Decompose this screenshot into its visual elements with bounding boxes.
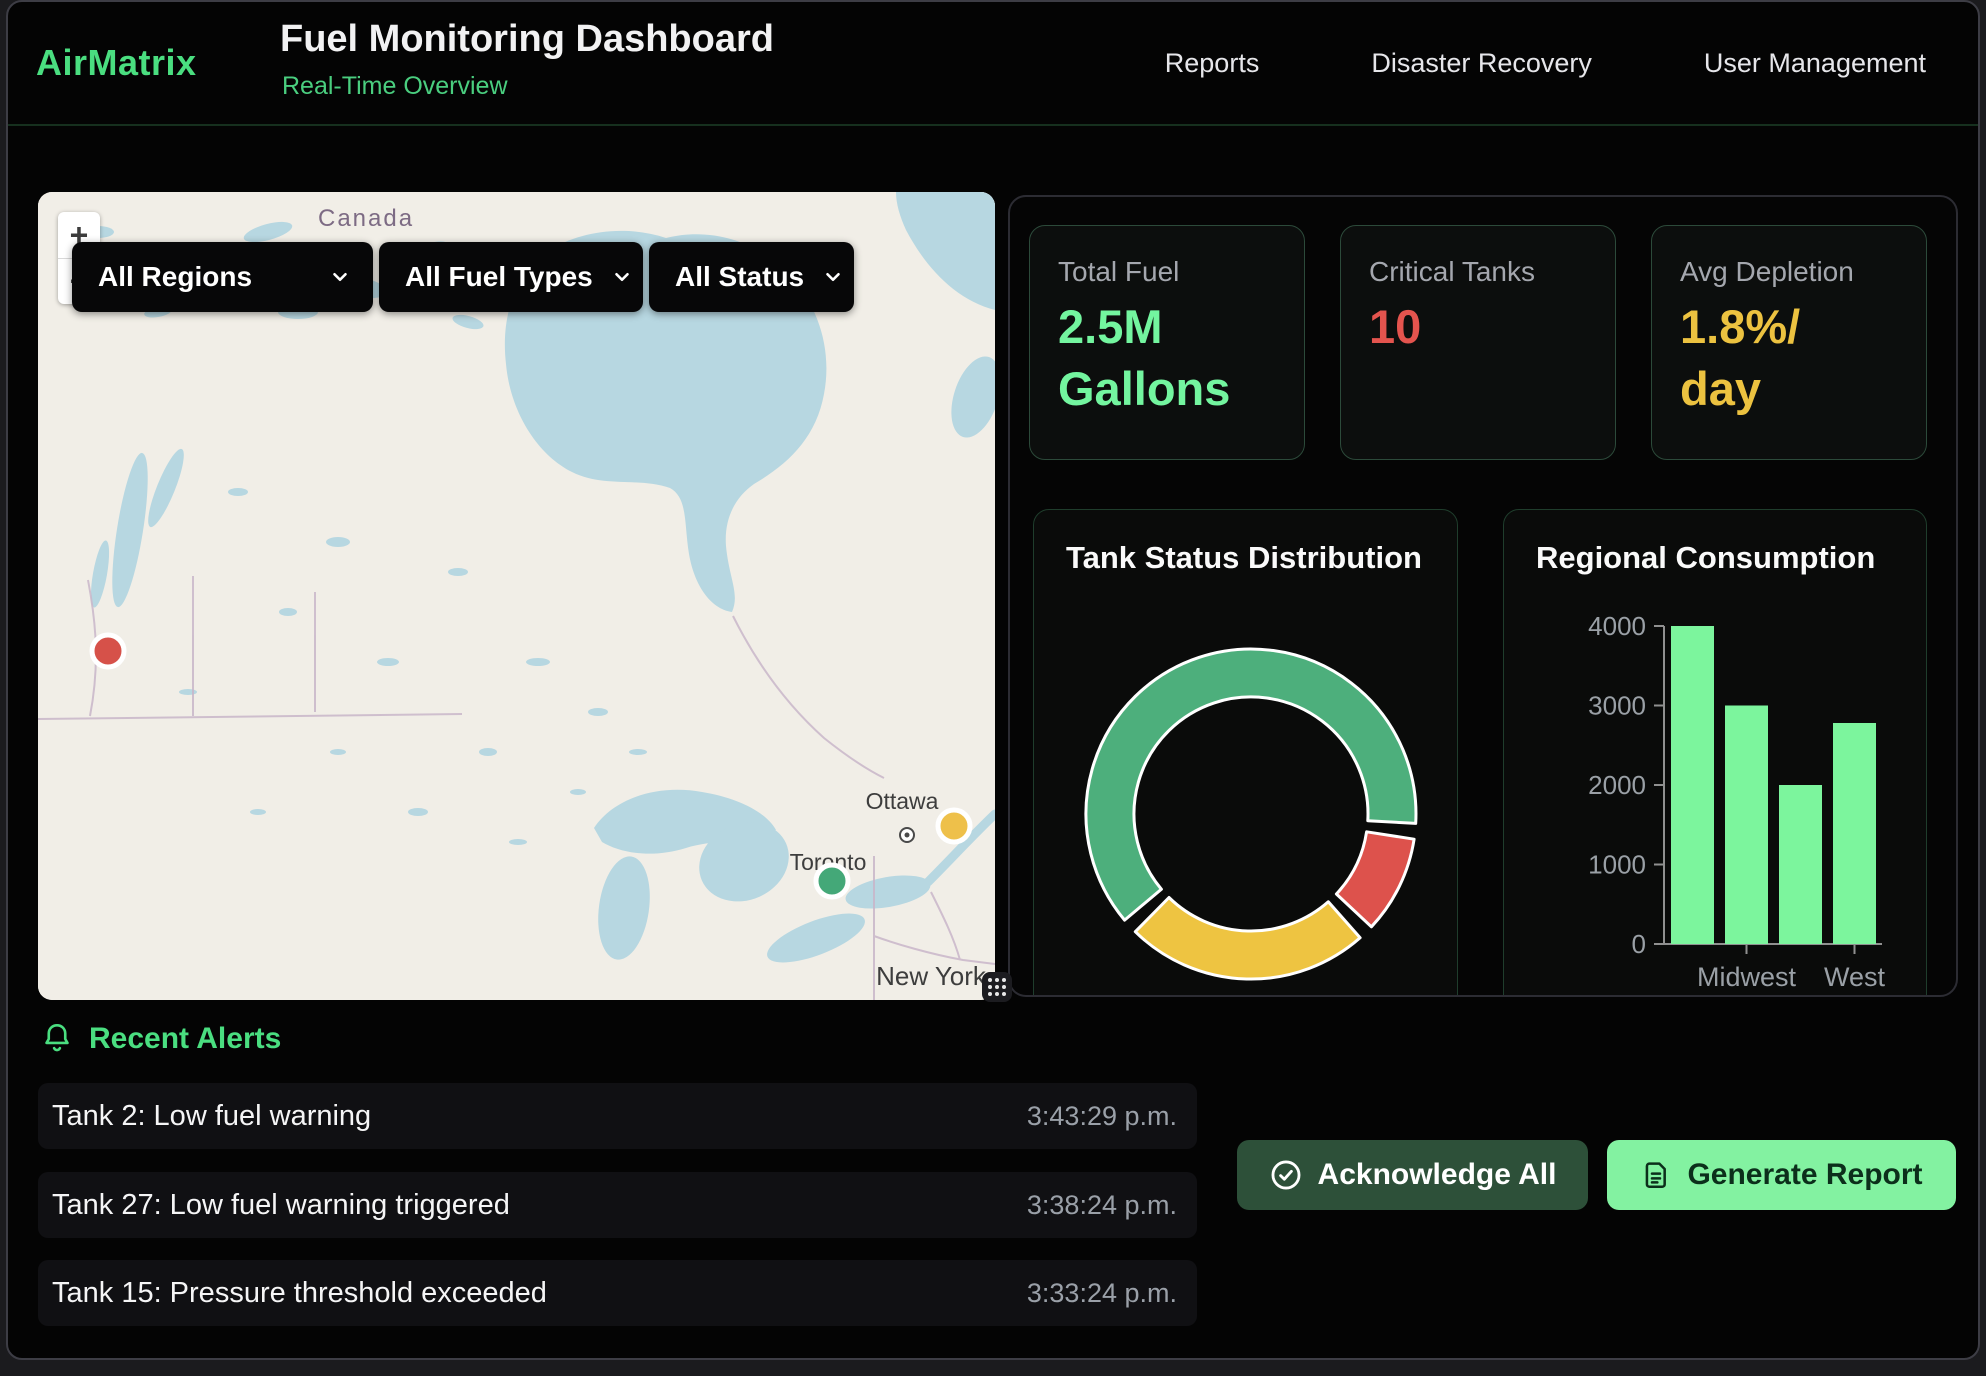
stats-panel: Tank Status Distribution Regional Consum… <box>1008 195 1958 997</box>
dashboard-root: AirMatrix Fuel Monitoring Dashboard Real… <box>6 0 1980 1360</box>
kpi-label: Total Fuel <box>1058 256 1304 288</box>
nav-item-disaster-recovery[interactable]: Disaster Recovery <box>1371 48 1592 79</box>
page-subtitle: Real-Time Overview <box>282 72 508 101</box>
kpi-value: 2.5MGallons <box>1058 296 1304 420</box>
bar-midwest <box>1725 706 1768 945</box>
filter-label: All Regions <box>98 261 252 293</box>
map-panel[interactable]: CanadaOttawaTorontoNew York + − All Regi… <box>38 192 995 1000</box>
nav-item-user-management[interactable]: User Management <box>1704 48 1926 79</box>
ottawa-town-symbol <box>900 828 914 842</box>
brand-logo: AirMatrix <box>36 42 197 84</box>
alert-timestamp: 3:38:24 p.m. <box>1027 1190 1177 1221</box>
main-nav: Reports Disaster Recovery User Management <box>1165 2 1926 124</box>
map-label-country: Canada <box>318 205 414 232</box>
kpi-card-critical-tanks: Critical Tanks 10 <box>1340 225 1616 460</box>
check-circle-icon <box>1269 1158 1303 1192</box>
filter-dropdown-all-regions[interactable]: All Regions <box>72 242 373 312</box>
y-tick-label: 4000 <box>1588 611 1646 641</box>
grip-dots-icon <box>985 975 1009 999</box>
map-filter-bar: All Regions All Fuel Types All Status <box>72 242 854 312</box>
document-icon <box>1640 1159 1672 1191</box>
alert-timestamp: 3:43:29 p.m. <box>1027 1101 1177 1132</box>
tank-status-card: Tank Status Distribution <box>1033 509 1458 997</box>
tank-status-donut-chart <box>1034 590 1459 997</box>
chevron-down-icon <box>329 266 351 288</box>
generate-report-button[interactable]: Generate Report <box>1607 1140 1956 1210</box>
tank-status-title: Tank Status Distribution <box>1066 540 1422 576</box>
filter-label: All Fuel Types <box>405 261 593 293</box>
alerts-header: Recent Alerts <box>41 1022 281 1056</box>
y-tick-label: 0 <box>1632 929 1646 959</box>
y-tick-label: 3000 <box>1588 691 1646 721</box>
filter-dropdown-all-status[interactable]: All Status <box>649 242 854 312</box>
alert-message: Tank 27: Low fuel warning triggered <box>52 1189 510 1222</box>
alerts-section-title: Recent Alerts <box>89 1022 281 1056</box>
bar-west <box>1833 723 1876 944</box>
kpi-card-avg-depletion: Avg Depletion 1.8%/day <box>1651 225 1927 460</box>
regional-consumption-bar-chart: 0 1000 2000 3000 4000 Midwest West <box>1504 510 1928 997</box>
page-title: Fuel Monitoring Dashboard <box>280 18 774 61</box>
nav-item-reports[interactable]: Reports <box>1165 48 1260 79</box>
y-tick-label: 1000 <box>1588 850 1646 880</box>
kpi-label: Avg Depletion <box>1680 256 1926 288</box>
bell-icon <box>41 1022 73 1056</box>
chevron-down-icon <box>822 266 844 288</box>
filter-label: All Status <box>675 261 804 293</box>
bar-unlabeled-0 <box>1671 626 1714 944</box>
kpi-value: 10 <box>1369 296 1615 358</box>
map-label-ottawa: Ottawa <box>866 788 939 814</box>
generate-report-label: Generate Report <box>1687 1158 1922 1192</box>
alert-row: Tank 27: Low fuel warning triggered 3:38:… <box>38 1172 1197 1238</box>
donut-segment-critical <box>1336 832 1414 927</box>
alert-row: Tank 2: Low fuel warning 3:43:29 p.m. <box>38 1083 1197 1149</box>
map-marker-critical[interactable] <box>92 635 124 667</box>
map-label-new-york: New York <box>876 961 987 991</box>
kpi-label: Critical Tanks <box>1369 256 1615 288</box>
bar-unlabeled-2 <box>1779 785 1822 944</box>
acknowledge-all-button[interactable]: Acknowledge All <box>1237 1140 1588 1210</box>
alert-row: Tank 15: Pressure threshold exceeded 3:33… <box>38 1260 1197 1326</box>
alert-message: Tank 15: Pressure threshold exceeded <box>52 1277 547 1310</box>
x-tick-label: West <box>1824 962 1886 992</box>
chevron-down-icon <box>611 266 633 288</box>
map-canvas[interactable]: CanadaOttawaTorontoNew York <box>38 192 995 1000</box>
header: AirMatrix Fuel Monitoring Dashboard Real… <box>8 2 1978 126</box>
acknowledge-all-label: Acknowledge All <box>1318 1158 1557 1192</box>
regional-consumption-card: Regional Consumption 01000200030004000Mi… <box>1503 509 1927 997</box>
filter-dropdown-all-fuel-types[interactable]: All Fuel Types <box>379 242 643 312</box>
resize-grip-icon[interactable] <box>982 972 1012 1002</box>
alert-message: Tank 2: Low fuel warning <box>52 1100 371 1133</box>
kpi-value: 1.8%/day <box>1680 296 1926 420</box>
map-marker-normal[interactable] <box>816 865 848 897</box>
map-marker-warning[interactable] <box>938 810 970 842</box>
x-tick-label: Midwest <box>1697 962 1797 992</box>
kpi-card-total-fuel: Total Fuel 2.5MGallons <box>1029 225 1305 460</box>
y-tick-label: 2000 <box>1588 770 1646 800</box>
alert-timestamp: 3:33:24 p.m. <box>1027 1278 1177 1309</box>
donut-segment-warning <box>1135 898 1360 980</box>
